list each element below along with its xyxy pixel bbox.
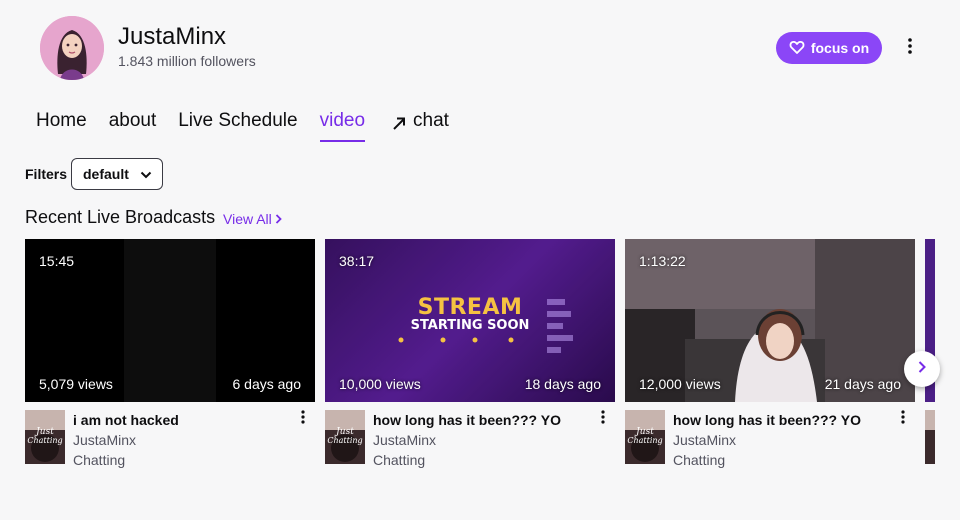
chevron-right-icon bbox=[917, 360, 927, 379]
external-arrow-icon bbox=[391, 115, 407, 137]
video-more-button[interactable] bbox=[295, 408, 311, 430]
video-thumbnail[interactable]: 1:13:22 12,000 views 21 days ago bbox=[625, 239, 915, 402]
channel-nav: Home about Live Schedule video chat bbox=[25, 104, 460, 144]
video-views: 5,079 views bbox=[39, 376, 113, 392]
svg-text:Chatting: Chatting bbox=[27, 436, 62, 445]
video-category[interactable]: Chatting bbox=[73, 452, 125, 468]
view-all-label: View All bbox=[223, 211, 272, 227]
svg-text:Chatting: Chatting bbox=[627, 436, 662, 445]
vertical-dots-icon bbox=[908, 37, 912, 59]
heart-icon bbox=[789, 39, 805, 58]
focus-button[interactable]: focus on bbox=[776, 32, 882, 64]
video-age: 21 days ago bbox=[824, 376, 901, 392]
video-carousel: 15:45 5,079 views 6 days ago Just Chattin… bbox=[25, 239, 935, 479]
tab-label: Home bbox=[36, 110, 87, 131]
video-card: 15:45 5,079 views 6 days ago Just Chattin… bbox=[25, 239, 315, 472]
tab-label: Live Schedule bbox=[178, 110, 298, 131]
video-age: 18 days ago bbox=[524, 376, 601, 392]
video-channel[interactable]: JustaMinx bbox=[73, 432, 136, 448]
focus-button-label: focus on bbox=[810, 40, 870, 56]
video-thumbnail[interactable]: STREAM STARTING SOON 38:17 10,000 views … bbox=[325, 239, 615, 402]
video-thumbnail[interactable]: 15:45 5,079 views 6 days ago bbox=[25, 239, 315, 402]
video-category[interactable]: Chatting bbox=[373, 452, 425, 468]
vertical-dots-icon bbox=[601, 409, 605, 429]
video-duration: 15:45 bbox=[39, 253, 75, 269]
channel-header: JustaMinx 1.843 million followers focus … bbox=[40, 16, 920, 80]
tab-label: chat bbox=[413, 110, 449, 131]
follower-count: 1.843 million followers bbox=[118, 53, 256, 69]
svg-text:Chatting: Chatting bbox=[327, 436, 362, 445]
video-more-button[interactable] bbox=[595, 408, 611, 430]
category-boxart[interactable]: Just Chatting bbox=[25, 410, 65, 464]
channel-name[interactable]: JustaMinx bbox=[118, 23, 226, 51]
video-channel[interactable]: JustaMinx bbox=[373, 432, 436, 448]
tab-home[interactable]: Home bbox=[25, 104, 98, 142]
chevron-right-icon bbox=[275, 211, 282, 227]
category-boxart[interactable]: Just Chatting bbox=[625, 410, 665, 464]
filter-dropdown[interactable]: default bbox=[71, 158, 163, 190]
video-duration: 38:17 bbox=[339, 253, 375, 269]
video-title[interactable]: i am not hacked bbox=[73, 412, 283, 428]
filter-selected-value: default bbox=[83, 166, 129, 182]
video-title[interactable]: how long has it been??? YO bbox=[673, 412, 883, 428]
stream-banner-title: STREAM bbox=[417, 295, 523, 320]
video-channel[interactable]: JustaMinx bbox=[673, 432, 736, 448]
video-more-button[interactable] bbox=[895, 408, 911, 430]
carousel-next-button[interactable] bbox=[904, 351, 940, 387]
category-boxart[interactable]: Just Chatting bbox=[325, 410, 365, 464]
video-duration: 1:13:22 bbox=[639, 253, 686, 269]
section-title: Recent Live Broadcasts bbox=[25, 207, 216, 227]
tab-live-schedule[interactable]: Live Schedule bbox=[167, 104, 308, 142]
video-age: 6 days ago bbox=[232, 376, 302, 392]
tab-about[interactable]: about bbox=[98, 104, 168, 142]
chevron-down-icon bbox=[140, 166, 152, 182]
tab-label: video bbox=[319, 110, 366, 131]
video-category[interactable]: Chatting bbox=[673, 452, 725, 468]
video-card: STREAM STARTING SOON 38:17 10,000 views … bbox=[325, 239, 615, 472]
video-views: 12,000 views bbox=[639, 376, 721, 392]
stream-banner-subtitle: STARTING SOON bbox=[410, 318, 530, 333]
category-boxart[interactable] bbox=[925, 410, 935, 464]
tab-video[interactable]: video bbox=[309, 104, 376, 142]
vertical-dots-icon bbox=[901, 409, 905, 429]
more-options-button[interactable] bbox=[896, 34, 924, 62]
view-all-link[interactable]: View All bbox=[223, 211, 282, 227]
tab-chat[interactable]: chat bbox=[380, 104, 460, 142]
channel-avatar[interactable] bbox=[40, 16, 104, 80]
tab-label: about bbox=[108, 110, 157, 131]
video-card: 1:13:22 12,000 views 21 days ago Just Cha… bbox=[625, 239, 915, 472]
vertical-dots-icon bbox=[301, 409, 305, 429]
video-title[interactable]: how long has it been??? YO bbox=[373, 412, 583, 428]
filters-label: Filters bbox=[25, 166, 68, 182]
video-views: 10,000 views bbox=[339, 376, 421, 392]
